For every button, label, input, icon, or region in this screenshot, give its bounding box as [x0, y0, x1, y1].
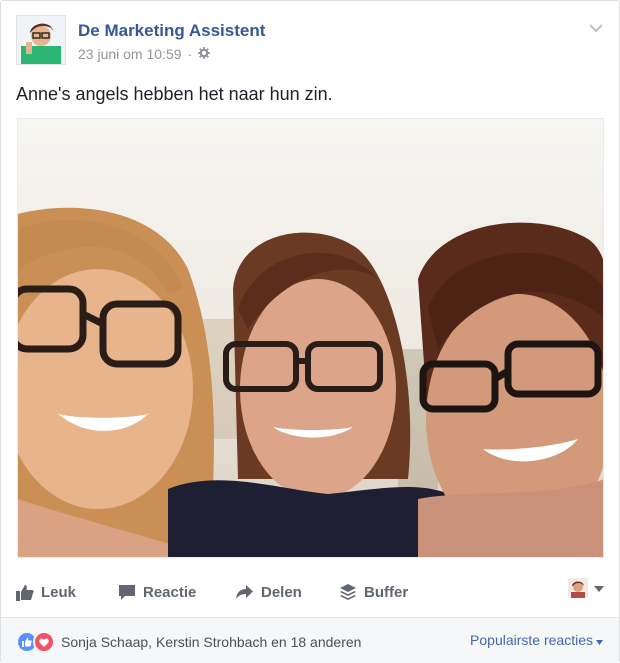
reactions-summary: Sonja Schaap, Kerstin Strohbach en 18 an…: [16, 631, 361, 653]
comment-sort-dropdown[interactable]: Populairste reacties: [470, 632, 603, 648]
share-arrow-icon: [235, 584, 254, 600]
post-author[interactable]: De Marketing Assistent: [78, 21, 265, 41]
gear-icon[interactable]: [198, 46, 211, 62]
post-text: Anne's angels hebben het naar hun zin.: [16, 84, 333, 104]
chevron-down-icon[interactable]: [587, 21, 605, 35]
post-timestamp[interactable]: 23 juni om 10:59: [78, 46, 182, 62]
page-avatar[interactable]: [16, 15, 66, 65]
reactors-link[interactable]: Sonja Schaap, Kerstin Strohbach en 18 an…: [61, 634, 361, 650]
buffer-label: Buffer: [364, 583, 409, 601]
like-button[interactable]: Leuk: [16, 579, 76, 605]
buffer-stack-icon: [339, 583, 357, 601]
caret-down-icon: [596, 632, 603, 648]
action-bar: Leuk Reactie Delen Buffer: [16, 573, 604, 611]
reactions-footer: Sonja Schaap, Kerstin Strohbach en 18 an…: [1, 617, 619, 663]
post-as-selector[interactable]: [568, 578, 604, 598]
caret-down-icon: [594, 579, 604, 597]
comment-button[interactable]: Reactie: [118, 579, 196, 605]
share-label: Delen: [261, 583, 302, 601]
thumbs-up-icon: [16, 584, 34, 601]
avatar: [568, 578, 588, 598]
buffer-button[interactable]: Buffer: [339, 579, 408, 605]
like-label: Leuk: [41, 583, 77, 601]
sort-label: Populairste reacties: [470, 632, 593, 648]
post-photo[interactable]: [17, 118, 604, 558]
share-button[interactable]: Delen: [235, 579, 302, 605]
post-card: De Marketing Assistent 23 juni om 10:59 …: [0, 0, 620, 663]
comment-label: Reactie: [143, 583, 197, 601]
post-header: De Marketing Assistent 23 juni om 10:59 …: [16, 15, 605, 67]
comment-icon: [118, 584, 136, 601]
post-meta: 23 juni om 10:59 ·: [78, 46, 211, 62]
love-reaction-icon[interactable]: [33, 631, 55, 653]
